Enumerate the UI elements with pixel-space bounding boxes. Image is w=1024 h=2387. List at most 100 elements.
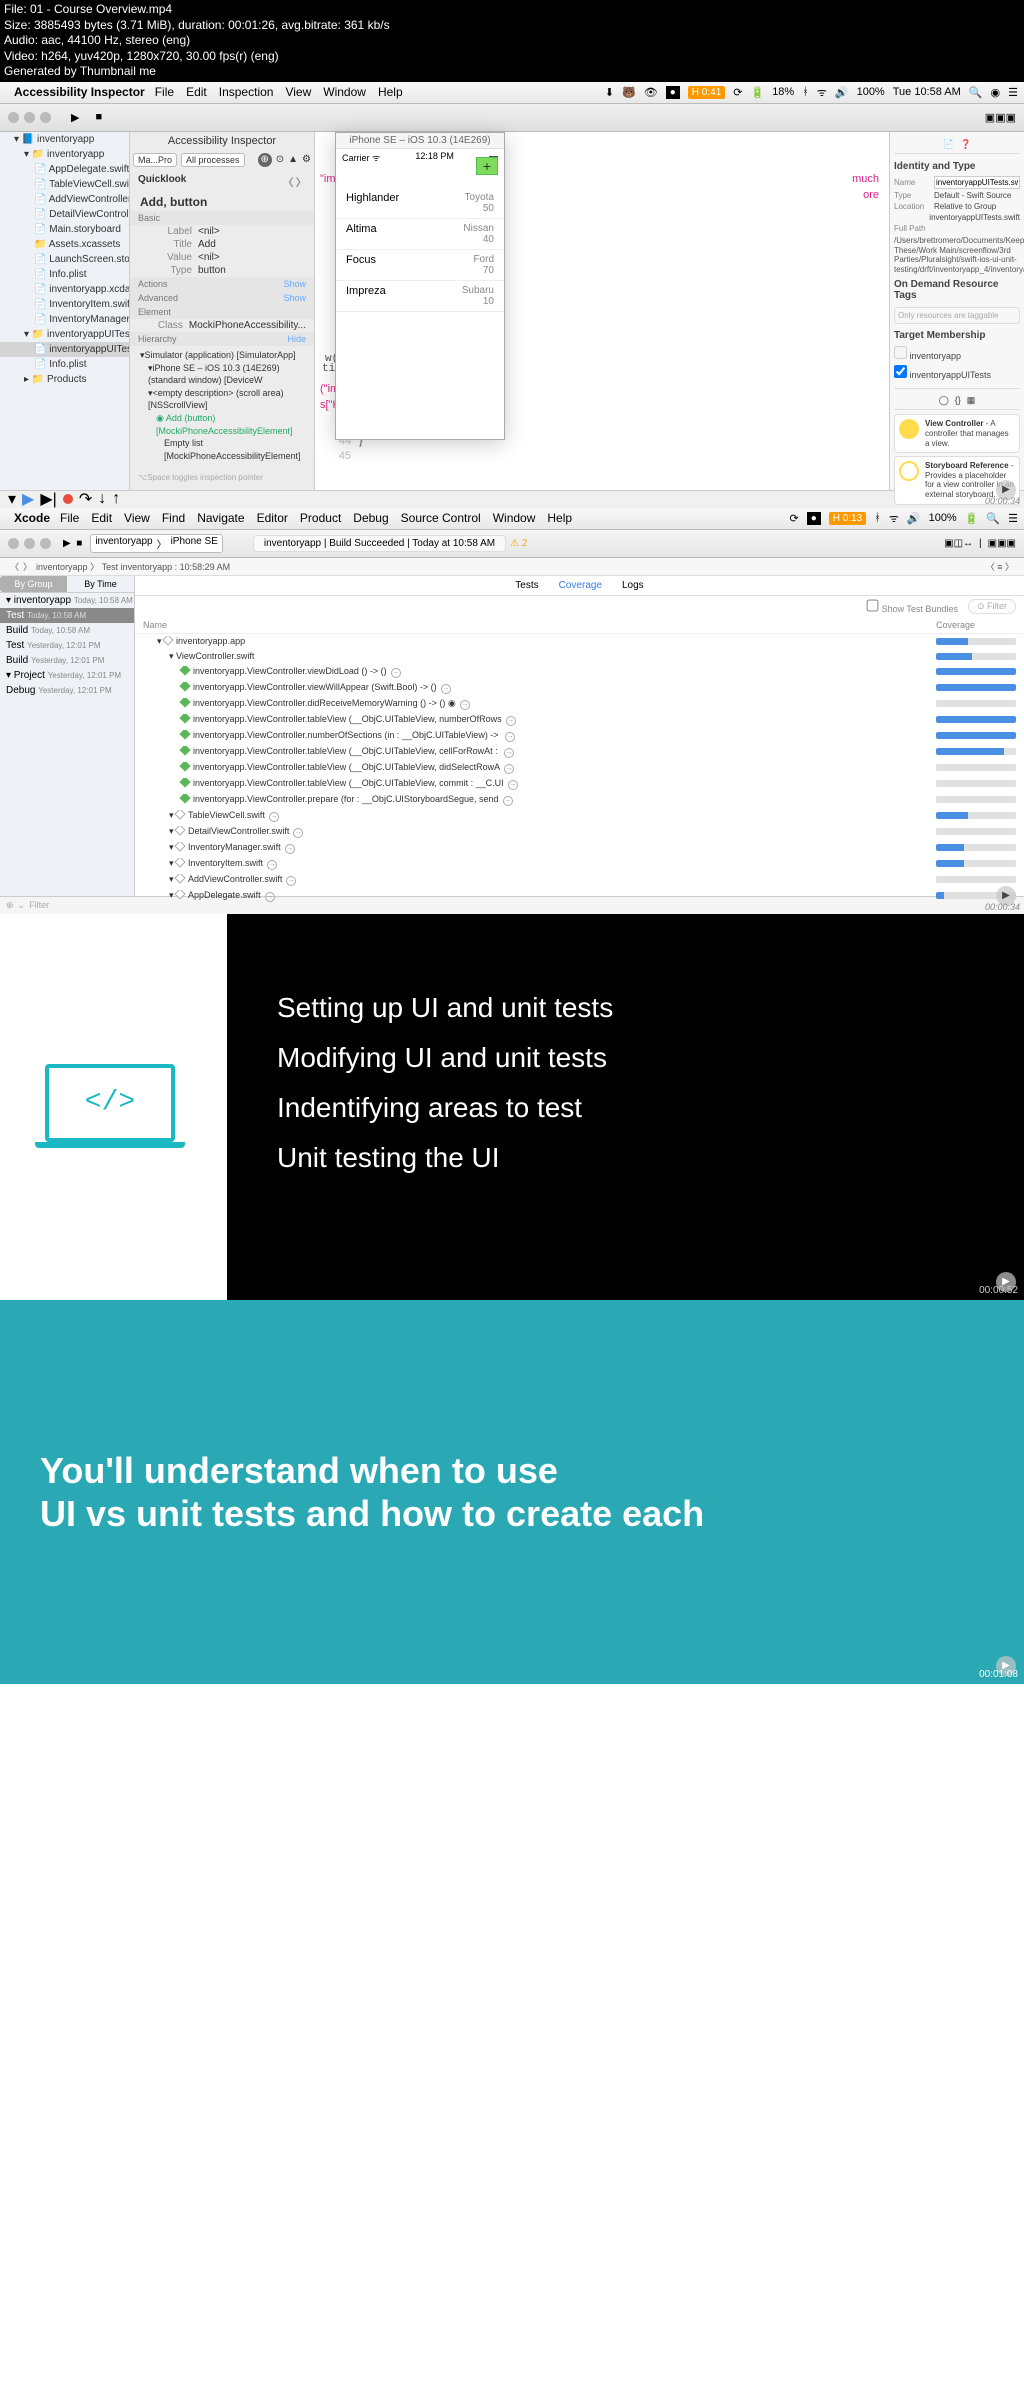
show-bundles-checkbox[interactable]: Show Test Bundles [866, 599, 958, 614]
timer-badge[interactable]: H 0:41 [688, 86, 725, 99]
menu-help[interactable]: Help [547, 511, 572, 525]
nav-arrows[interactable]: 〈 〉 [283, 174, 306, 189]
filter-field[interactable]: ⊙ Filter [968, 599, 1016, 614]
run-button[interactable]: ▶ [65, 109, 85, 126]
menu-inspection[interactable]: Inspection [219, 85, 274, 99]
battery-icon[interactable]: 🔋 [750, 86, 764, 99]
target-checkbox[interactable]: inventoryapp [894, 344, 1020, 363]
stop-button[interactable]: ■ [76, 538, 82, 549]
editor-mode-icon[interactable]: ▣ [944, 538, 953, 549]
close-icon[interactable] [8, 538, 19, 549]
notification-center-icon[interactable]: ☰ [1008, 86, 1018, 99]
advanced-show[interactable]: Show [283, 293, 306, 303]
volume-icon[interactable]: 🔊 [907, 512, 921, 525]
tab-coverage[interactable]: Coverage [559, 580, 602, 591]
tree-file[interactable]: 📁 Assets.xcassets [0, 237, 129, 252]
menu-file[interactable]: File [155, 85, 174, 99]
table-row[interactable]: AltimaNissan40 [336, 219, 504, 250]
menu-product[interactable]: Product [300, 511, 341, 525]
tree-file[interactable]: 📄 TableViewCell.swift [0, 177, 129, 192]
notification-center-icon[interactable]: ☰ [1008, 512, 1018, 525]
type-select[interactable]: Default - Swift Source [934, 191, 1020, 200]
spotlight-icon[interactable]: 🔍 [986, 512, 1000, 525]
table-row[interactable]: HighlanderToyota50 [336, 188, 504, 219]
volume-icon[interactable]: 🔊 [835, 86, 849, 99]
breadcrumb-path[interactable]: inventoryapp 〉 Test inventoryapp : 10:58… [36, 560, 230, 573]
menu-source-control[interactable]: Source Control [401, 511, 481, 525]
toggle-bottom-panel-icon[interactable]: ▣ [995, 111, 1005, 124]
tree-file[interactable]: 📄 inventoryapp.xcdatamodeld [0, 282, 129, 297]
screen-rec-icon[interactable]: ● [666, 86, 680, 99]
menu-editor[interactable]: Editor [257, 511, 288, 525]
eye-icon[interactable]: 👁 [644, 86, 658, 99]
table-row[interactable]: FocusFord70 [336, 250, 504, 281]
menu-window[interactable]: Window [323, 85, 366, 99]
sync-icon[interactable]: ⟳ [733, 86, 742, 99]
coverage-row[interactable]: inventoryapp.ViewController.viewDidLoad … [135, 664, 1024, 680]
add-filter-icon[interactable]: ⊕ [6, 900, 14, 911]
target-icon[interactable]: ⊕ [258, 153, 272, 167]
tree-file[interactable]: 📄 AppDelegate.swift [0, 162, 129, 177]
scheme-selector[interactable]: inventoryapp 〉 iPhone SE [90, 534, 223, 553]
zoom-icon[interactable] [40, 112, 51, 123]
table-row[interactable]: ImprezaSubaru10 [336, 281, 504, 312]
coverage-row[interactable]: ▾ InventoryItem.swift→ [135, 856, 1024, 872]
tree-file[interactable]: 📄 LaunchScreen.storyboard [0, 252, 129, 267]
coverage-row[interactable]: ▾ TableViewCell.swift→ [135, 808, 1024, 824]
sim-table[interactable]: HighlanderToyota50 AltimaNissan40 FocusF… [336, 166, 504, 312]
menu-help[interactable]: Help [378, 85, 403, 99]
coverage-row[interactable]: inventoryapp.ViewController.numberOfSect… [135, 728, 1024, 744]
menu-edit[interactable]: Edit [186, 85, 207, 99]
minimize-icon[interactable] [24, 112, 35, 123]
tree-file[interactable]: 📄 InventoryItem.swift [0, 297, 129, 312]
wifi-icon[interactable]: ᯤ [889, 511, 899, 526]
target-checkbox[interactable]: inventoryappUITests [894, 363, 1020, 382]
breadcrumb-bar[interactable]: 〈 〉 inventoryapp 〉 Test inventoryapp : 1… [0, 558, 1024, 576]
coverage-row[interactable]: inventoryapp.ViewController.prepare (for… [135, 792, 1024, 808]
file-tab-icon[interactable]: 📄 [943, 139, 954, 150]
nav-entry[interactable]: Test Today, 10:58 AM [0, 608, 134, 623]
coverage-row[interactable]: ▾ AddViewController.swift→ [135, 872, 1024, 888]
wifi-icon[interactable]: ᯤ [817, 85, 827, 100]
jump-icon[interactable]: 〈 ≡ 〉 [986, 560, 1014, 573]
hier-item-selected[interactable]: ◉ Add (button) [MockiPhoneAccessibilityE… [140, 412, 304, 437]
nav-entry[interactable]: ▾ inventoryapp Today, 10:58 AM [0, 593, 134, 608]
tree-file[interactable]: 📄 Info.plist [0, 357, 129, 372]
settings-icon[interactable]: ⚙ [302, 154, 311, 165]
menu-window[interactable]: Window [493, 511, 536, 525]
tree-file[interactable]: 📄 Info.plist [0, 267, 129, 282]
segment-control[interactable]: By Group By Time [0, 576, 134, 593]
forward-icon[interactable]: 〉 [23, 560, 32, 573]
tree-file-selected[interactable]: 📄 inventoryappUITests.swift [0, 342, 129, 357]
clock[interactable]: Tue 10:58 AM [893, 86, 961, 98]
menu-view[interactable]: View [124, 511, 150, 525]
hier-item[interactable]: ▾Simulator (application) [SimulatorApp] [140, 349, 304, 362]
object-lib-icon[interactable]: ◯ [939, 395, 949, 406]
report-navigator[interactable]: By Group By Time ▾ inventoryapp Today, 1… [0, 576, 135, 896]
filter-icon[interactable]: ⌄ [18, 900, 26, 911]
library-item[interactable]: View Controller - A controller that mana… [894, 414, 1020, 453]
coverage-row[interactable]: ▾ DetailViewController.swift→ [135, 824, 1024, 840]
warning-badge[interactable]: ⚠ 2 [510, 538, 527, 549]
version-icon[interactable]: ↔ [963, 538, 973, 549]
dropbox-icon[interactable]: ⬇ [605, 86, 614, 99]
menu-view[interactable]: View [285, 85, 311, 99]
tree-file[interactable]: 📄 InventoryManager.swift [0, 312, 129, 327]
menu-file[interactable]: File [60, 511, 79, 525]
tab-logs[interactable]: Logs [622, 580, 644, 591]
close-icon[interactable] [8, 112, 19, 123]
actions-show[interactable]: Show [283, 279, 306, 289]
name-field[interactable] [934, 176, 1020, 189]
stop-button[interactable]: ■ [89, 109, 108, 125]
media-lib-icon[interactable]: ▦ [967, 395, 976, 406]
toggle-right-panel-icon[interactable]: ▣ [1006, 111, 1016, 124]
toggle-left-icon[interactable]: ▣ [988, 538, 997, 549]
step-over-icon[interactable]: ↷ [79, 489, 92, 509]
tree-folder[interactable]: ▾ 📁 inventoryapp [0, 147, 129, 162]
menu-find[interactable]: Find [162, 511, 185, 525]
tab-tests[interactable]: Tests [515, 580, 538, 591]
coverage-row[interactable]: ▾ InventoryManager.swift→ [135, 840, 1024, 856]
assistant-icon[interactable]: ◫ [954, 538, 963, 549]
hier-item[interactable]: ▾iPhone SE – iOS 10.3 (14E269) (standard… [140, 362, 304, 387]
col-name[interactable]: Name [143, 620, 936, 630]
